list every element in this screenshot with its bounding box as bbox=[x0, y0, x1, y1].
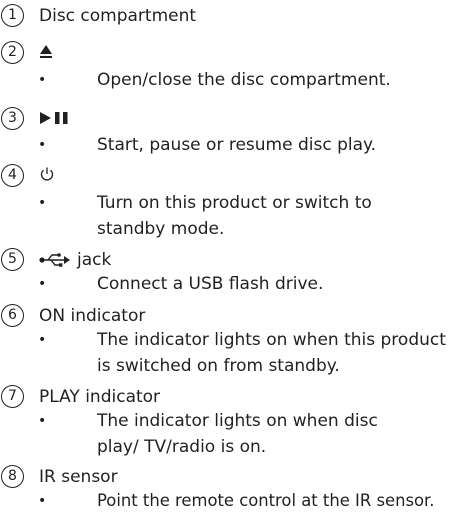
item-description: Start, pause or resume disc play. bbox=[97, 135, 377, 155]
item-number: 8 bbox=[1, 465, 24, 488]
item-number: 4 bbox=[1, 164, 24, 187]
item-description: Open/close the disc compartment. bbox=[97, 70, 391, 90]
item-number: 1 bbox=[1, 4, 24, 27]
power-icon bbox=[39, 166, 55, 182]
item-title-row: jack bbox=[39, 249, 111, 271]
usb-icon bbox=[39, 252, 71, 268]
item-number: 7 bbox=[1, 385, 24, 408]
item-description: Turn on this product or switch to standb… bbox=[97, 193, 372, 239]
item-title: ON indicator bbox=[39, 306, 146, 326]
item-description: The indicator lights on when this produc… bbox=[97, 330, 446, 376]
bullet: • bbox=[38, 276, 47, 292]
item-number: 6 bbox=[1, 304, 24, 327]
item-number: 2 bbox=[1, 41, 24, 64]
item-title: IR sensor bbox=[39, 467, 118, 487]
item-title: jack bbox=[77, 250, 112, 270]
bullet: • bbox=[38, 332, 47, 348]
bullet: • bbox=[38, 137, 47, 153]
item-number: 5 bbox=[1, 248, 24, 271]
bullet: • bbox=[38, 195, 47, 211]
item-description: The indicator lights on when disc play/ … bbox=[97, 411, 378, 457]
bullet: • bbox=[38, 72, 47, 88]
bullet: • bbox=[38, 413, 47, 429]
item-description: Connect a USB flash drive. bbox=[97, 274, 324, 294]
item-title: Disc compartment bbox=[39, 6, 197, 26]
item-description: Point the remote control at the IR senso… bbox=[97, 491, 435, 510]
bullet: • bbox=[38, 493, 47, 509]
eject-icon bbox=[39, 43, 53, 59]
item-number: 3 bbox=[1, 107, 24, 130]
item-title: PLAY indicator bbox=[39, 387, 161, 407]
play-pause-icon bbox=[39, 111, 71, 125]
